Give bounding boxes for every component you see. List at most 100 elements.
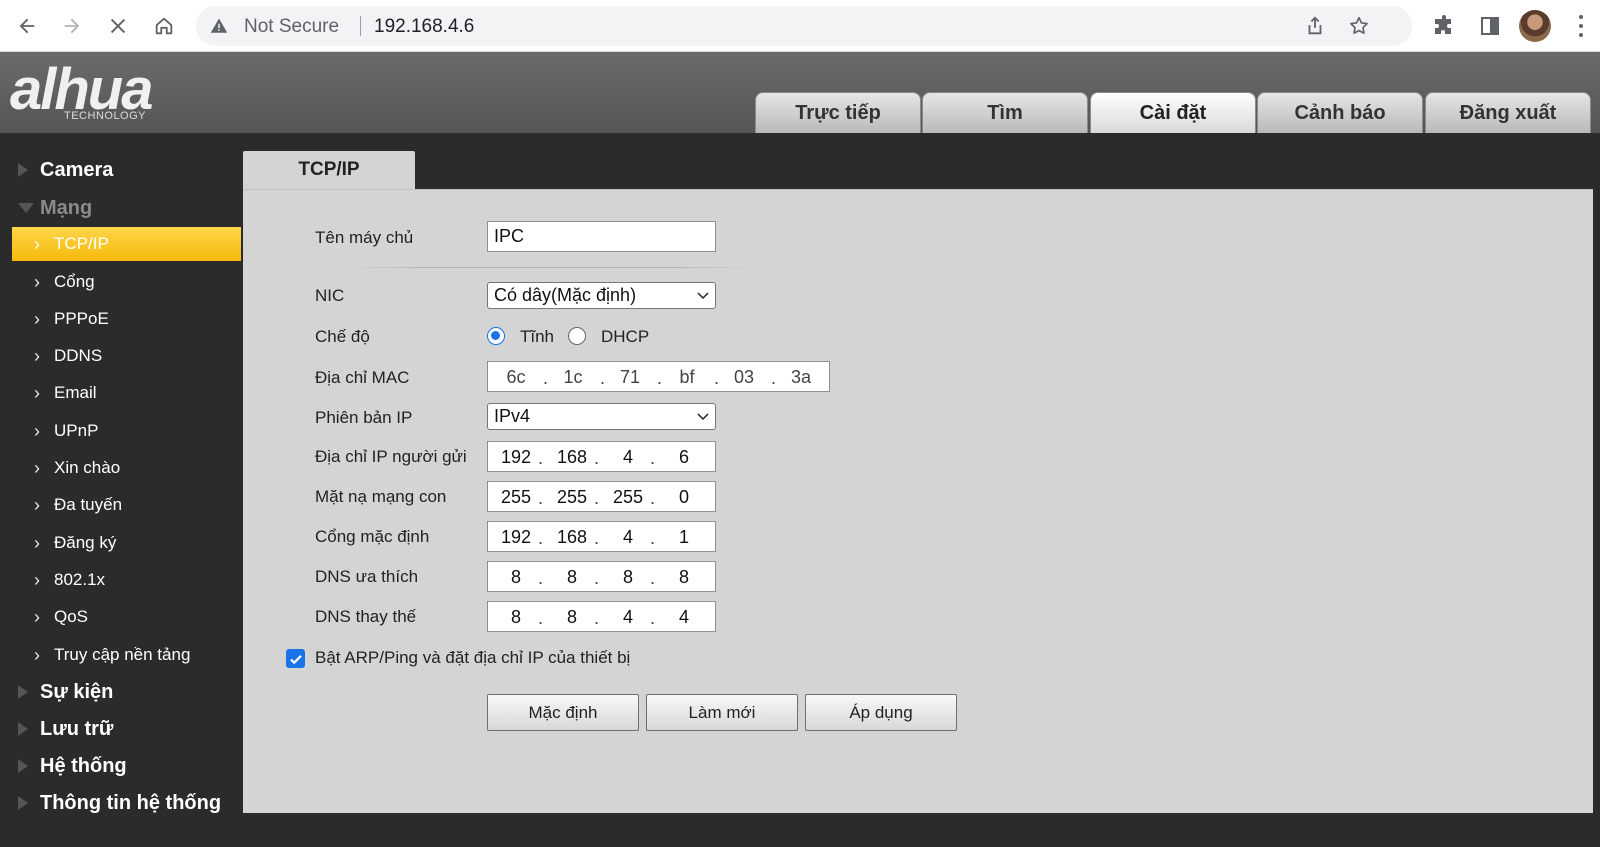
tab-search[interactable]: Tìm <box>922 92 1088 133</box>
chevron-right-icon: › <box>34 606 40 627</box>
ip-octet-input[interactable]: 1 <box>662 527 706 548</box>
ip-octet-input[interactable]: 4 <box>606 607 650 628</box>
sidebar-item-qos[interactable]: › QoS <box>12 600 241 634</box>
home-icon[interactable] <box>148 10 180 42</box>
mac-separator: . <box>714 368 720 388</box>
extensions-icon[interactable] <box>1432 14 1456 38</box>
ip-separator: . <box>650 448 656 468</box>
mac-separator: . <box>657 368 663 388</box>
sidebar-group-camera[interactable]: Camera <box>0 152 243 188</box>
bookmark-star-icon[interactable] <box>1348 15 1370 37</box>
profile-avatar[interactable] <box>1519 10 1551 42</box>
arp-ping-label: Bật ARP/Ping và đặt địa chỉ IP của thiết… <box>315 648 631 667</box>
gateway-label: Cổng mặc định <box>315 527 430 546</box>
ip-octet-input[interactable]: 8 <box>606 567 650 588</box>
ip-octet-input[interactable]: 255 <box>550 487 594 508</box>
sidebar-item-platform-access[interactable]: › Truy cập nền tảng <box>12 638 241 672</box>
mode-dhcp-label: DHCP <box>601 327 650 346</box>
dahua-logo: alhua TECHNOLOGY <box>10 57 215 126</box>
ip-separator: . <box>538 608 544 628</box>
sidebar-group-network[interactable]: Mạng <box>0 190 243 226</box>
stop-loading-icon[interactable] <box>102 10 134 42</box>
mac-separator: . <box>543 368 549 388</box>
sidebar-item-hello[interactable]: › Xin chào <box>12 451 241 485</box>
mac-address-field: 6c . 1c . 71 . bf . 03 . 3a <box>487 361 830 392</box>
browser-toolbar: Not Secure 192.168.4.6 <box>0 0 1600 52</box>
ip-octet-input[interactable]: 168 <box>550 447 594 468</box>
ip-address-field: 192 . 168 . 4 . 6 <box>487 441 716 472</box>
ip-octet-input[interactable]: 8 <box>550 567 594 588</box>
sidebar-item-tcpip[interactable]: › TCP/IP <box>12 227 241 261</box>
omnibox-divider <box>360 16 361 36</box>
security-label[interactable]: Not Secure <box>244 16 339 38</box>
sidebar-item-8021x[interactable]: › 802.1x <box>12 563 241 597</box>
mac-separator: . <box>600 368 606 388</box>
mode-static-label: Tĩnh <box>520 327 555 346</box>
sidebar-item-register[interactable]: › Đăng ký <box>12 526 241 560</box>
tab-tcpip[interactable]: TCP/IP <box>243 151 415 189</box>
subnet-mask-label: Mặt nạ mạng con <box>315 487 447 506</box>
sidebar-group-event[interactable]: Sự kiện <box>0 674 243 710</box>
item-label: 802.1x <box>54 570 106 589</box>
group-label: Lưu trữ <box>40 717 114 740</box>
url-text[interactable]: 192.168.4.6 <box>374 16 474 38</box>
ip-separator: . <box>594 608 600 628</box>
sidebar-item-ddns[interactable]: › DDNS <box>12 339 241 373</box>
sidebar-item-email[interactable]: › Email <box>12 376 241 410</box>
tab-setup[interactable]: Cài đặt <box>1090 92 1256 133</box>
tab-logout[interactable]: Đăng xuất <box>1425 92 1591 133</box>
ip-octet-input[interactable]: 6 <box>662 447 706 468</box>
sidebar-group-system-info[interactable]: Thông tin hệ thống <box>0 785 243 821</box>
sidebar-item-pppoe[interactable]: › PPPoE <box>12 302 241 336</box>
chevron-down-icon <box>697 292 709 300</box>
chevron-right-icon: › <box>34 233 40 254</box>
share-icon[interactable] <box>1304 15 1326 37</box>
ip-octet-input[interactable]: 8 <box>550 607 594 628</box>
sidebar-item-port[interactable]: › Cổng <box>12 265 241 299</box>
ip-octet-input[interactable]: 168 <box>550 527 594 548</box>
ip-octet-input[interactable]: 255 <box>606 487 650 508</box>
mode-static-radio[interactable] <box>487 327 505 345</box>
nic-select[interactable]: Có dây(Mặc định) <box>487 282 716 309</box>
browser-menu-icon[interactable] <box>1574 13 1588 39</box>
ip-separator: . <box>650 568 656 588</box>
sidebar-item-multicast[interactable]: › Đa tuyến <box>12 488 241 522</box>
arp-ping-checkbox[interactable] <box>286 649 305 668</box>
mac-octet: 71 <box>619 367 641 387</box>
checkmark-icon <box>289 654 302 664</box>
warning-icon[interactable] <box>210 17 228 35</box>
address-bar[interactable]: Not Secure 192.168.4.6 <box>196 6 1412 46</box>
sidebar-group-system[interactable]: Hệ thống <box>0 748 243 784</box>
logo-subtitle: TECHNOLOGY <box>64 110 147 122</box>
ip-separator: . <box>538 488 544 508</box>
sidebar-item-upnp[interactable]: › UPnP <box>12 414 241 448</box>
ip-octet-input[interactable]: 4 <box>606 447 650 468</box>
ip-octet-input[interactable]: 4 <box>662 607 706 628</box>
hostname-input[interactable]: IPC <box>487 221 716 252</box>
sidebar-group-storage[interactable]: Lưu trữ <box>0 711 243 747</box>
item-label: Email <box>54 383 97 402</box>
expand-arrow-icon <box>18 759 28 773</box>
default-button[interactable]: Mặc định <box>487 694 639 731</box>
ip-octet-input[interactable]: 8 <box>662 567 706 588</box>
ip-octet-input[interactable]: 8 <box>494 607 538 628</box>
ip-octet-input[interactable]: 4 <box>606 527 650 548</box>
mac-separator: . <box>771 368 777 388</box>
ip-octet-input[interactable]: 192 <box>494 527 538 548</box>
ip-octet-input[interactable]: 0 <box>662 487 706 508</box>
forward-icon[interactable] <box>56 10 88 42</box>
ip-version-select[interactable]: IPv4 <box>487 403 716 430</box>
back-icon[interactable] <box>11 10 43 42</box>
ip-octet-input[interactable]: 255 <box>494 487 538 508</box>
ip-octet-input[interactable]: 192 <box>494 447 538 468</box>
chevron-right-icon: › <box>34 457 40 478</box>
refresh-button[interactable]: Làm mới <box>646 694 798 731</box>
tab-live[interactable]: Trực tiếp <box>755 92 921 133</box>
mode-dhcp-radio[interactable] <box>568 327 586 345</box>
mode-label: Chế độ <box>315 327 370 346</box>
group-label: Sự kiện <box>40 680 114 703</box>
ip-octet-input[interactable]: 8 <box>494 567 538 588</box>
apply-button[interactable]: Áp dụng <box>805 694 957 731</box>
side-panel-icon[interactable] <box>1478 14 1502 38</box>
tab-alarm[interactable]: Cảnh báo <box>1257 92 1423 133</box>
